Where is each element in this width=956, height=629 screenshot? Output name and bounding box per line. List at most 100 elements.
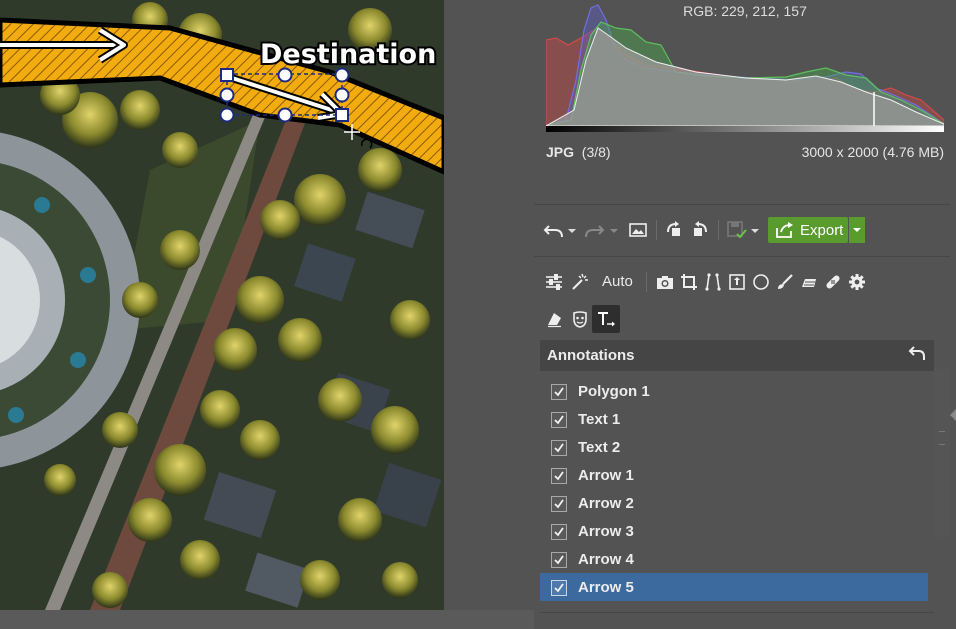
reset-icon (908, 346, 925, 360)
checkmark-icon (554, 527, 564, 537)
gradient-filter-icon (802, 279, 816, 287)
resize-handle[interactable] (219, 107, 235, 123)
annotation-item[interactable]: Text 2 (540, 433, 928, 461)
circle-icon (753, 274, 769, 290)
file-index: (3/8) (581, 144, 611, 160)
image-icon (629, 223, 647, 237)
annotation-visibility-checkbox[interactable] (551, 468, 567, 484)
annotation-label: Text 1 (578, 411, 621, 428)
annotation-label: Arrow 1 (578, 467, 634, 484)
file-dimensions: 3000 x 2000 (4.76 MB) (801, 144, 944, 160)
export-label: Export (800, 221, 844, 239)
annotation-label: Arrow 2 (578, 495, 634, 512)
checkmark-icon (554, 555, 564, 565)
edit-toolbar: Export (542, 216, 942, 244)
share-icon (776, 222, 793, 238)
aerial-photo[interactable]: Destination (0, 0, 444, 610)
tab-crop[interactable] (678, 268, 700, 296)
mask-icon (573, 311, 587, 328)
save-icon (727, 221, 759, 239)
annotation-item[interactable]: Arrow 3 (540, 517, 928, 545)
divider (718, 220, 719, 240)
annotation-visibility-checkbox[interactable] (551, 580, 567, 596)
tab-vignette[interactable] (750, 268, 772, 296)
tab-settings[interactable] (846, 268, 868, 296)
resize-handle[interactable] (334, 87, 350, 103)
undo-button[interactable] (542, 216, 580, 244)
rotate-right-button[interactable] (688, 216, 712, 244)
luminance-gradient-bar (546, 126, 944, 132)
annotations-header: Annotations (540, 340, 934, 371)
crop-icon (681, 274, 697, 290)
checkmark-icon (554, 387, 564, 397)
magic-wand-icon (572, 273, 588, 290)
annotation-visibility-checkbox[interactable] (551, 384, 567, 400)
scrollbar-grip (939, 431, 945, 445)
canvas-margin (0, 610, 534, 629)
annotation-label: Arrow 4 (578, 551, 634, 568)
divider (656, 220, 657, 240)
redo-button[interactable] (584, 216, 622, 244)
tab-brush[interactable] (774, 268, 796, 296)
annotation-visibility-checkbox[interactable] (551, 496, 567, 512)
resize-handle[interactable] (277, 107, 293, 123)
save-button[interactable] (724, 216, 764, 244)
annotation-visibility-checkbox[interactable] (551, 412, 567, 428)
annotation-visibility-checkbox[interactable] (551, 552, 567, 568)
tab-adjust[interactable] (542, 268, 566, 296)
tab-gradient[interactable] (798, 268, 820, 296)
rotate-left-button[interactable] (662, 216, 686, 244)
export-dropdown-button[interactable] (849, 217, 865, 243)
undo-icon (543, 225, 576, 238)
divider (540, 612, 934, 613)
annotations-scrollbar[interactable] (934, 369, 950, 537)
resize-handle[interactable] (220, 68, 234, 82)
checkmark-icon (554, 583, 564, 593)
annotation-item[interactable]: Arrow 1 (540, 461, 928, 489)
tab-eraser[interactable] (542, 305, 566, 333)
divider (646, 272, 647, 292)
divider (534, 204, 950, 205)
destination-text-annotation[interactable]: Destination (258, 37, 438, 72)
file-format: JPG (546, 144, 575, 160)
frame-icon (729, 274, 745, 290)
right-panel: RGB: 229, 212, 157 JPG (3/8) 3000 x 2000… (534, 0, 956, 629)
resize-handle[interactable] (335, 108, 349, 122)
tab-annotations[interactable] (592, 305, 620, 333)
chevron-left-icon (950, 409, 956, 421)
annotation-visibility-checkbox[interactable] (551, 524, 567, 540)
gear-icon (849, 274, 865, 290)
annotation-item[interactable]: Arrow 2 (540, 489, 928, 517)
resize-handle[interactable] (219, 87, 235, 103)
file-format-info: JPG (3/8) (546, 144, 611, 160)
annotations-title: Annotations (547, 347, 635, 364)
annotation-item[interactable]: Arrow 4 (540, 545, 928, 573)
export-button[interactable]: Export (768, 217, 848, 243)
image-canvas-area[interactable]: Destination (0, 0, 534, 629)
annotation-item[interactable]: Text 1 (540, 405, 928, 433)
annotation-item[interactable]: Polygon 1 (540, 377, 928, 405)
photo-canvas[interactable]: Destination (0, 0, 444, 610)
panel-collapse-handle[interactable] (950, 408, 956, 421)
tab-frame[interactable] (726, 268, 748, 296)
camera-icon (657, 276, 673, 289)
image-view-button[interactable] (626, 216, 650, 244)
reset-annotations-button[interactable] (908, 344, 928, 364)
tab-retouch[interactable] (822, 268, 844, 296)
tab-perspective[interactable] (702, 268, 724, 296)
tab-mask[interactable] (568, 305, 592, 333)
resize-handle[interactable] (334, 67, 350, 83)
auto-button[interactable]: Auto (570, 268, 642, 296)
scrollbar-thumb[interactable] (934, 369, 950, 537)
checkmark-icon (554, 443, 564, 453)
annotation-item[interactable]: Arrow 5 (540, 573, 928, 601)
tab-camera[interactable] (654, 268, 676, 296)
resize-handle[interactable] (277, 67, 293, 83)
rgb-readout: RGB: 229, 212, 157 (683, 3, 807, 19)
annotations-list: Polygon 1 Text 1 Text 2 Arrow 1 Arrow 2 Arrow… (540, 377, 934, 601)
perspective-icon (705, 273, 721, 291)
annotation-label: Arrow 3 (578, 523, 634, 540)
divider (534, 256, 950, 257)
eraser-icon (548, 313, 561, 328)
annotation-visibility-checkbox[interactable] (551, 440, 567, 456)
